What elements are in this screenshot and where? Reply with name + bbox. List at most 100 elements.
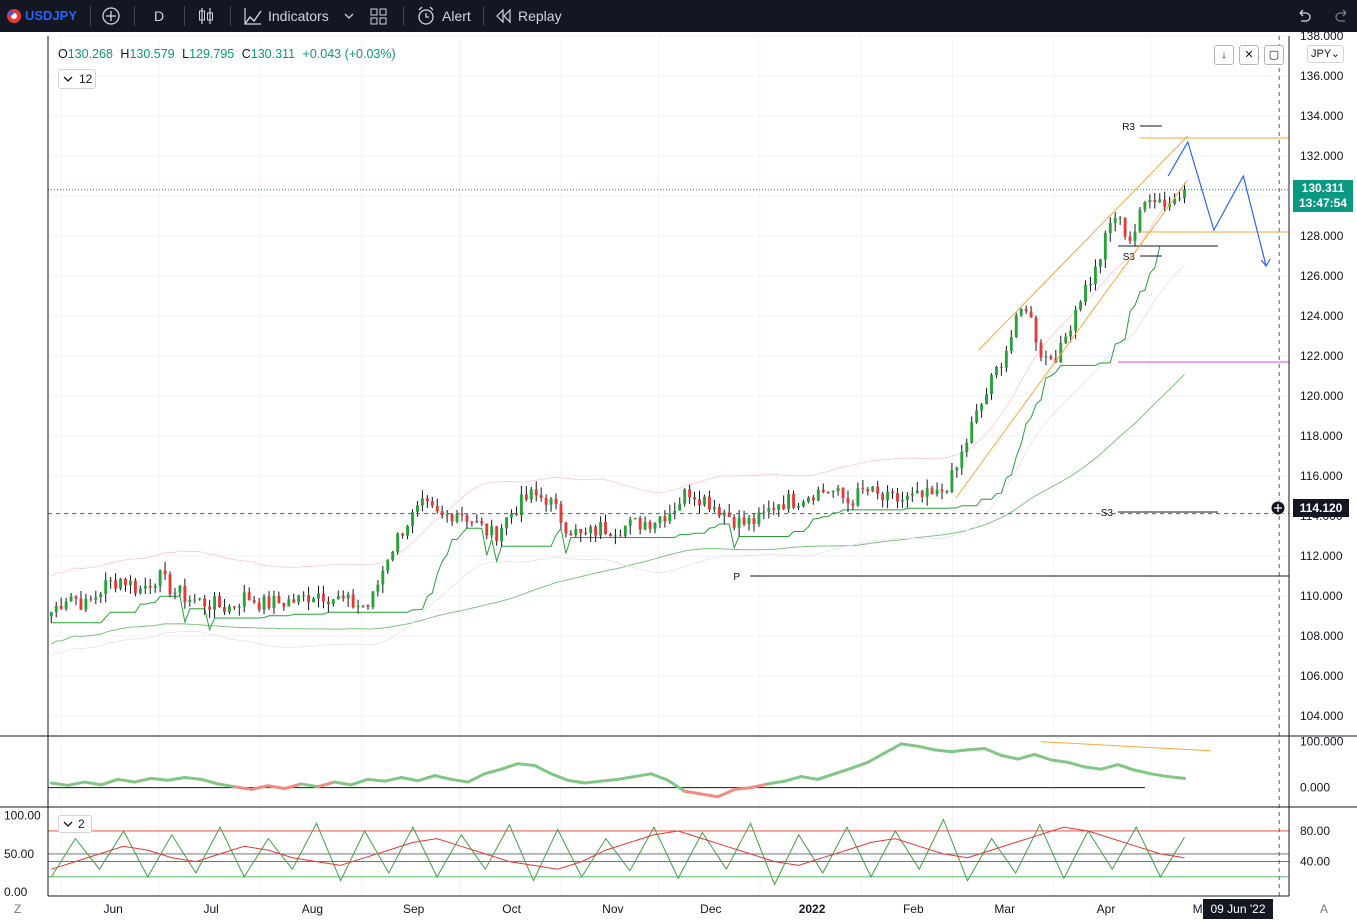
candle-body	[143, 585, 147, 589]
candle-body	[861, 488, 865, 490]
redo-icon[interactable]	[1334, 0, 1350, 32]
indicators-button[interactable]: Indicators	[268, 0, 329, 32]
candle-body	[737, 517, 741, 528]
oscillator-toggle-button[interactable]: 2	[58, 815, 92, 833]
top-toolbar: USDJPY D Indicators Alert Replay	[0, 0, 1357, 32]
time-tick-label: Dec	[700, 902, 721, 916]
indicators-icon[interactable]	[243, 0, 263, 32]
price-tick-label: 136.000	[1300, 69, 1344, 83]
candle-body	[678, 503, 682, 511]
candle-body	[223, 606, 226, 612]
maximize-icon[interactable]: ▢	[1264, 45, 1284, 65]
last-price-badge: 130.311 13:47:54	[1293, 180, 1353, 212]
candle-body	[158, 570, 162, 586]
candle-body	[683, 489, 687, 504]
candle-body	[406, 525, 409, 536]
candle-body	[1034, 317, 1038, 343]
candle-body	[114, 580, 118, 589]
indicators-toggle-button[interactable]: 12	[58, 69, 96, 89]
chart-type-button[interactable]	[197, 0, 215, 32]
time-tick-label: Oct	[502, 902, 521, 916]
candle-body	[79, 598, 83, 610]
candle-body	[89, 598, 93, 600]
candle-body	[430, 501, 434, 506]
candle-body	[1084, 284, 1087, 302]
candle-body	[688, 489, 692, 498]
candle-body	[851, 503, 855, 506]
time-tick-label: Feb	[903, 902, 924, 916]
candle-body	[465, 515, 469, 522]
candle-body	[153, 585, 157, 588]
interval-button[interactable]: D	[154, 0, 164, 32]
candle-body	[1138, 209, 1142, 232]
candle-body	[475, 521, 479, 523]
candle-body	[1108, 222, 1112, 234]
currency-label: JPY	[1311, 48, 1332, 60]
price-tick-label: 138.000	[1300, 32, 1344, 43]
candle-body	[109, 580, 113, 582]
candle-body	[163, 570, 167, 575]
candle-body	[846, 498, 850, 504]
candle-body	[391, 551, 395, 561]
osc1-segment	[933, 748, 953, 754]
low-value: 129.795	[189, 47, 235, 61]
time-tick-label: 2022	[799, 902, 826, 916]
candle-body	[940, 489, 944, 491]
replay-button[interactable]: Replay	[518, 0, 562, 32]
candle-body	[302, 595, 306, 597]
candle-body	[579, 529, 583, 534]
candle-body	[841, 487, 845, 499]
candle-body	[618, 535, 622, 537]
candle-body	[772, 508, 776, 510]
candle-body	[633, 517, 637, 520]
osc1-segment	[583, 779, 603, 785]
candle-body	[569, 533, 573, 536]
compare-add-symbol-button[interactable]	[100, 0, 122, 32]
candle-body	[133, 580, 137, 594]
timezone-button[interactable]: Z	[14, 902, 21, 916]
price-tick-label: 120.000	[1300, 389, 1344, 403]
plus-circle-icon	[102, 7, 120, 25]
candle-body	[594, 526, 598, 536]
candle-body	[871, 486, 875, 492]
osc1-segment	[733, 786, 753, 791]
alarm-clock-icon[interactable]	[416, 0, 436, 32]
alert-button[interactable]: Alert	[442, 0, 471, 32]
candle-body	[990, 375, 993, 395]
price-chart[interactable]: R3S3S3P 138.000136.000134.000132.000130.…	[0, 32, 1357, 921]
chevron-down-icon	[63, 76, 73, 82]
candle-body	[930, 488, 934, 495]
price-tick-label: 106.000	[1300, 669, 1344, 683]
candle-body	[999, 366, 1003, 368]
currency-select[interactable]: JPY ⌄	[1307, 45, 1344, 63]
price-tick-label: 104.000	[1300, 709, 1344, 723]
candle-body	[346, 594, 350, 599]
scroll-down-icon[interactable]: ↓	[1214, 45, 1234, 65]
candle-body	[129, 580, 132, 586]
osc2-left-tick-label: 0.00	[4, 885, 28, 899]
undo-icon[interactable]	[1296, 0, 1312, 32]
candle-body	[64, 601, 68, 609]
candle-body	[1153, 199, 1157, 202]
symbol-search-button[interactable]: USDJPY	[25, 0, 77, 32]
templates-grid-icon[interactable]	[369, 0, 387, 32]
chevron-down-icon[interactable]	[342, 0, 356, 32]
candle-body	[643, 521, 647, 530]
candle-body	[985, 394, 988, 405]
candle-body	[1044, 356, 1048, 358]
candle-body	[1039, 342, 1043, 358]
add-alert-icon[interactable]	[1268, 499, 1288, 517]
auto-scale-button[interactable]: A	[1320, 902, 1328, 916]
candle-body	[356, 605, 360, 608]
rewind-icon[interactable]	[494, 0, 512, 32]
candle-body	[59, 605, 63, 609]
time-tick-label: Nov	[602, 902, 623, 916]
candle-body	[802, 501, 805, 507]
candle-body	[1128, 236, 1132, 241]
candle-body	[1064, 336, 1068, 344]
candle-body	[935, 489, 939, 495]
countdown-value: 13:47:54	[1298, 196, 1348, 210]
close-icon[interactable]: ✕	[1239, 45, 1259, 65]
candle-body	[1163, 199, 1167, 208]
candle-body	[722, 512, 726, 516]
